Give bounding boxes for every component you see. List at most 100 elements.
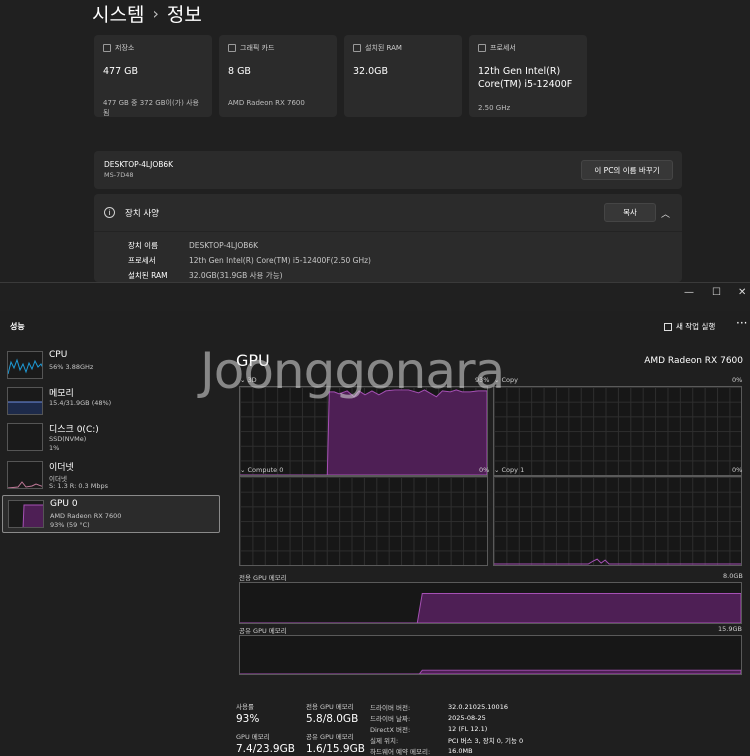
new-task-icon <box>664 322 672 331</box>
sidebar-item-detail: 1% <box>49 444 60 452</box>
sidebar-item-name: 이더넷 <box>49 463 74 473</box>
detail-value: 2025-08-25 <box>448 713 486 722</box>
breadcrumb-parent[interactable]: 시스템 <box>92 0 144 27</box>
card-value: 8 GB <box>228 66 251 77</box>
gpu-stats: 사용률 93% 전용 GPU 메모리 5.8/8.0GB GPU 메모리 7.4… <box>236 701 746 756</box>
page-title: 정보 <box>166 4 202 26</box>
title-bar: — ☐ ✕ <box>0 283 750 311</box>
dedicated-memory-stat: 전용 GPU 메모리 5.8/8.0GB <box>306 701 358 725</box>
task-manager-window: — ☐ ✕ 성능 새 작업 실행 ··· CPU 56% 3.88GHz 메모리… <box>0 282 750 756</box>
engine-label: Copy 1 <box>501 466 525 474</box>
sidebar-item-disk[interactable]: 디스크 0(C:) SSD(NVMe) 1% <box>2 419 220 457</box>
card-value: 12th Gen Intel(R) Core(TM) i5-12400F <box>478 66 573 90</box>
detail-key: DirectX 버전: <box>370 725 411 734</box>
processor-card[interactable]: 프로세서 12th Gen Intel(R) Core(TM) i5-12400… <box>469 35 587 117</box>
engine-selector-copy1[interactable]: ⌄ Copy 1 <box>494 466 524 474</box>
card-label: 프로세서 <box>490 44 516 52</box>
detail-value: 32.0.21025.10016 <box>448 702 508 711</box>
gpu-performance-panel: GPU AMD Radeon RX 7600 ⌄ 3D 93% ⌄ Copy 0… <box>226 341 750 756</box>
detail-key: 드라이버 날짜: <box>370 714 411 723</box>
cpu-thumbnail <box>7 351 43 379</box>
engine-selector-copy[interactable]: ⌄ Copy <box>494 376 518 384</box>
graph-copy <box>493 386 742 476</box>
minimize-button[interactable]: — <box>684 287 694 298</box>
engine-label: Compute 0 <box>247 466 284 474</box>
stat-value: 1.6/15.9GB <box>306 743 365 755</box>
detail-row: 실제 위치: PCI 버스 3, 장치 0, 기능 0 <box>370 734 670 745</box>
ram-icon <box>353 44 361 52</box>
stat-value: 7.4/23.9GB <box>236 743 295 755</box>
pc-name-row: DESKTOP-4LJOB6K MS-7D48 이 PC의 이름 바꾸기 <box>94 151 682 189</box>
spec-row: 프로세서 12th Gen Intel(R) Core(TM) i5-12400F… <box>128 253 682 268</box>
sidebar-item-detail: 56% 3.88GHz <box>49 363 94 371</box>
device-specs-header[interactable]: i 장치 사양 <box>94 194 682 232</box>
sidebar-item-memory[interactable]: 메모리 15.4/31.9GB (48%) <box>2 383 220 421</box>
card-value: 477 GB <box>103 66 139 77</box>
graphics-card-icon <box>228 44 236 52</box>
card-sub: AMD Radeon RX 7600 <box>228 99 305 107</box>
detail-key: 실제 위치: <box>370 736 399 745</box>
detail-row: DirectX 버전: 12 (FL 12.1) <box>370 723 670 734</box>
gpu-thumbnail <box>8 500 44 528</box>
stat-value: 5.8/8.0GB <box>306 713 359 725</box>
spec-key: 프로세서 <box>128 256 156 265</box>
ram-card[interactable]: 설치된 RAM 32.0GB <box>344 35 462 117</box>
card-label: 그래픽 카드 <box>240 44 275 52</box>
spec-row: 장치 이름 DESKTOP-4LJOB6K <box>128 238 682 253</box>
engine-selector-3d[interactable]: ⌄ 3D <box>240 376 257 384</box>
graphics-card-card[interactable]: 그래픽 카드 8 GB AMD Radeon RX 7600 <box>219 35 337 117</box>
engine-percent: 93% <box>475 376 490 384</box>
sidebar-item-ethernet[interactable]: 이더넷 이더넷 S: 1.3 R: 0.3 Mbps <box>2 457 220 495</box>
detail-value: PCI 버스 3, 장치 0, 기능 0 <box>448 736 524 745</box>
device-specs-section: i 장치 사양 복사 ︿ 장치 이름 DESKTOP-4LJOB6K 프로세서 12… <box>94 194 682 282</box>
card-sub: 477 GB 중 372 GB이(가) 사용됨 <box>103 99 199 117</box>
sidebar-item-gpu[interactable]: GPU 0 AMD Radeon RX 7600 93% (59 °C) <box>2 495 220 533</box>
shared-memory-label: 공유 GPU 메모리 <box>239 627 287 635</box>
device-specs-title: 장치 사양 <box>125 208 159 219</box>
dedicated-memory-graph <box>239 582 742 624</box>
graph-3d <box>239 386 488 476</box>
spec-value: 32.0GB(31.9GB 사용 가능) <box>189 271 283 280</box>
engine-label: Copy <box>501 376 519 384</box>
utilization-stat: 사용률 93% <box>236 701 259 725</box>
resource-sidebar: CPU 56% 3.88GHz 메모리 15.4/31.9GB (48%) 디스… <box>0 341 226 756</box>
card-sub: 2.50 GHz <box>478 104 511 112</box>
card-value: 32.0GB <box>353 66 389 77</box>
stat-label: 전용 GPU 메모리 <box>306 703 354 711</box>
chevron-up-icon[interactable]: ︿ <box>661 207 670 220</box>
rename-pc-button[interactable]: 이 PC의 이름 바꾸기 <box>581 160 673 180</box>
engine-selector-compute0[interactable]: ⌄ Compute 0 <box>240 466 283 474</box>
storage-icon <box>103 44 111 52</box>
memory-thumbnail <box>7 387 43 415</box>
stat-value: 93% <box>236 713 260 725</box>
card-label: 저장소 <box>115 44 135 52</box>
sidebar-item-name: 디스크 0(C:) <box>49 425 99 435</box>
more-options-button[interactable]: ··· <box>736 316 747 330</box>
shared-memory-stat: 공유 GPU 메모리 1.6/15.9GB <box>306 731 365 755</box>
storage-card[interactable]: 저장소 477 GB 477 GB 중 372 GB이(가) 사용됨 <box>94 35 212 117</box>
new-task-button[interactable]: 새 작업 실행 <box>664 321 715 332</box>
settings-about-panel: 시스템 › 정보 저장소 477 GB 477 GB 중 372 GB이(가) … <box>0 0 750 282</box>
sidebar-item-cpu[interactable]: CPU 56% 3.88GHz <box>2 347 220 385</box>
close-button[interactable]: ✕ <box>738 287 746 298</box>
detail-row: 하드웨어 예약 메모리: 16.0MB <box>370 745 670 756</box>
new-task-label: 새 작업 실행 <box>676 322 716 331</box>
spec-value: DESKTOP-4LJOB6K <box>189 241 259 250</box>
copy-button[interactable]: 복사 <box>604 203 656 222</box>
section-title: 성능 <box>10 322 25 331</box>
maximize-button[interactable]: ☐ <box>712 287 721 298</box>
performance-header: 성능 새 작업 실행 ··· <box>0 311 750 341</box>
sidebar-item-detail: 15.4/31.9GB (48%) <box>49 399 112 407</box>
breadcrumb-separator: › <box>152 4 159 23</box>
breadcrumb: 시스템 › 정보 <box>92 0 202 27</box>
stat-label: 공유 GPU 메모리 <box>306 733 354 741</box>
engine-percent: 0% <box>732 466 743 474</box>
detail-row: 드라이버 날짜: 2025-08-25 <box>370 712 670 723</box>
sidebar-item-detail: SSD(NVMe) <box>49 435 87 443</box>
sidebar-item-name: CPU <box>49 350 68 360</box>
gpu-memory-stat: GPU 메모리 7.4/23.9GB <box>236 731 295 755</box>
graph-compute0 <box>239 476 488 566</box>
sidebar-item-name: GPU 0 <box>50 499 78 509</box>
spec-key: 장치 이름 <box>128 241 158 250</box>
sidebar-item-detail: S: 1.3 R: 0.3 Mbps <box>49 482 109 490</box>
